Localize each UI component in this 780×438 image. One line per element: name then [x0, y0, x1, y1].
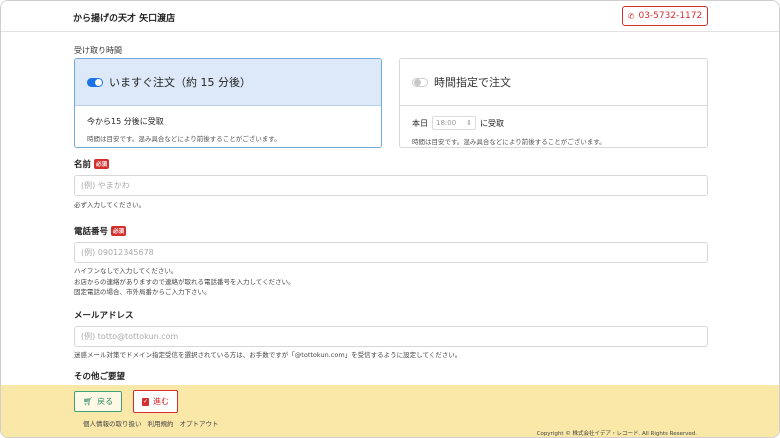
phone-placeholder: (例) 09012345678: [81, 248, 154, 257]
shop-name: から揚げの天才 矢口渡店: [73, 14, 176, 24]
scheduled-day: 本日: [412, 118, 428, 128]
required-badge: 必須: [111, 226, 127, 236]
asap-title: いますぐ注文（約 15 分後）: [109, 76, 251, 89]
name-hint: 必ず入力してください。: [74, 201, 146, 209]
asap-order-card[interactable]: いますぐ注文（約 15 分後） 今から15 分後に受取 時間は目安です。混み具合…: [74, 58, 382, 148]
asap-note: 時間は目安です。混み具合などにより前後することがございます。: [87, 135, 281, 143]
back-button[interactable]: 🛒︎ 戻る: [74, 391, 122, 412]
next-label: 進む: [153, 397, 169, 406]
copyright: Copyright © 株式会社イデア・レコード. All Rights Res…: [536, 431, 697, 437]
asap-toggle[interactable]: [87, 77, 103, 87]
other-label-text: その他ご要望: [74, 372, 126, 382]
phone-icon: ✆: [627, 11, 635, 21]
phone-input[interactable]: (例) 09012345678: [74, 242, 708, 263]
asap-main-text: 今から15 分後に受取: [87, 117, 164, 126]
email-hint: 迷惑メール対策でドメイン指定受信を選択されている方は、お手数ですが「@totto…: [74, 351, 462, 359]
email-placeholder: (例) totto@tottokun.com: [81, 332, 179, 341]
page-frame: から揚げの天才 矢口渡店 ✆ 03-5732-1172 受け取り時間 いますぐ注…: [0, 0, 780, 438]
phone-label: 電話番号 必須: [74, 225, 127, 237]
scheduled-order-card[interactable]: 時間指定で注文 本日 18:00 ⇕ に受取 時間は目安です。混み具合などにより…: [399, 58, 708, 148]
phone-hint-2: お店からの連絡がありますので連絡が取れる電話番号を入力してください。: [74, 277, 295, 286]
optout-link[interactable]: オプトアウト: [180, 418, 219, 428]
other-requests-label: その他ご要望: [74, 370, 125, 382]
footer: 🛒︎ 戻る ✓ 進む 個人情報の取り扱い 利用規約 オプトアウト Copyrig…: [1, 385, 779, 437]
cart-icon: 🛒︎: [82, 397, 94, 406]
phone-hints: ハイフンなしで入力してください。 お店からの連絡がありますので連絡が取れる電話番…: [74, 266, 295, 298]
scheduled-toggle[interactable]: [412, 77, 428, 87]
phone-label-text: 電話番号: [74, 227, 109, 237]
scheduled-note: 時間は目安です。混み具合などにより前後することがございます。: [412, 138, 606, 146]
name-label-text: 名前: [74, 160, 92, 170]
check-icon: ✓: [142, 397, 149, 406]
pickup-time-label: 受け取り時間: [74, 46, 122, 55]
chevron-updown-icon: ⇕: [466, 119, 472, 127]
privacy-link[interactable]: 個人情報の取り扱い: [83, 418, 142, 428]
phone-hint-1: ハイフンなしで入力してください。: [74, 267, 178, 275]
time-select-value: 18:00: [436, 119, 457, 127]
email-input[interactable]: (例) totto@tottokun.com: [74, 326, 708, 347]
scheduled-suffix: に受取: [480, 118, 504, 128]
name-input[interactable]: (例) やまかわ: [74, 175, 708, 196]
footer-links: 個人情報の取り扱い 利用規約 オプトアウト: [83, 418, 219, 428]
name-placeholder: (例) やまかわ: [81, 181, 130, 190]
terms-link[interactable]: 利用規約: [148, 418, 174, 428]
email-label-text: メールアドレス: [74, 311, 134, 321]
scheduled-title: 時間指定で注文: [434, 76, 511, 89]
header: から揚げの天才 矢口渡店 ✆ 03-5732-1172: [1, 1, 779, 32]
name-label: 名前 必須: [74, 158, 110, 170]
required-badge: 必須: [94, 159, 110, 169]
phone-number: 03-5732-1172: [638, 11, 703, 21]
email-label: メールアドレス: [74, 309, 134, 321]
next-button[interactable]: ✓ 進む: [133, 390, 178, 413]
phone-button[interactable]: ✆ 03-5732-1172: [622, 6, 708, 26]
phone-hint-3: 固定電話の場合、市外局番からご入力下さい。: [74, 288, 211, 296]
back-label: 戻る: [97, 397, 114, 406]
time-select[interactable]: 18:00 ⇕: [432, 116, 476, 130]
